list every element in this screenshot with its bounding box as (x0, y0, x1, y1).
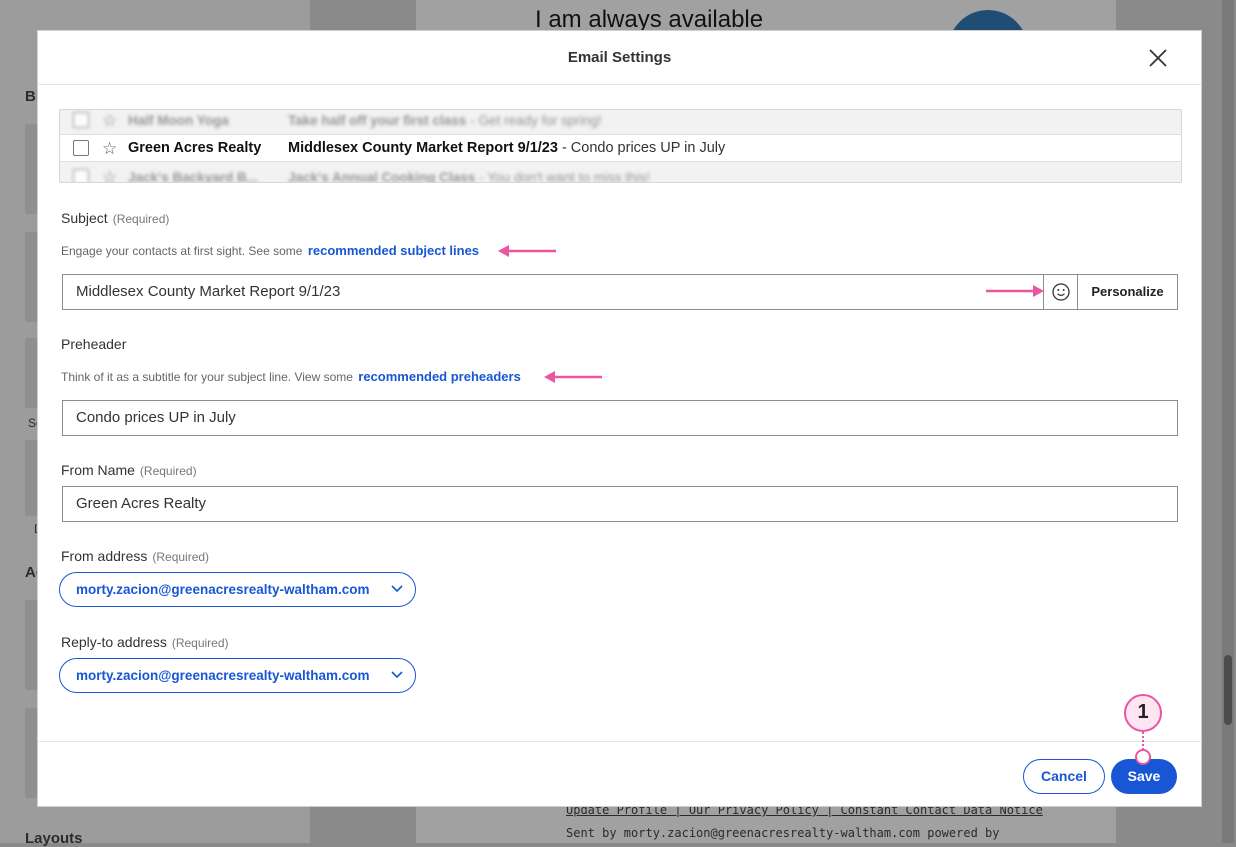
inbox-preheader: - You don't want to miss this! (479, 169, 650, 183)
from-name-label: From Name (Required) (61, 462, 197, 478)
star-icon: ☆ (102, 138, 118, 158)
chevron-down-icon (391, 671, 403, 679)
cancel-button[interactable]: Cancel (1023, 759, 1105, 794)
smiley-icon (1052, 283, 1070, 301)
annotation-arrow-left (544, 371, 602, 383)
preheader-label: Preheader (61, 336, 127, 352)
annotation-arrow-left (498, 245, 556, 257)
star-icon: ☆ (102, 110, 118, 130)
preheader-helper-text: Think of it as a subtitle for your subje… (61, 370, 353, 384)
inbox-preview: ☆ Half Moon Yoga Take half off your firs… (59, 109, 1182, 183)
recommended-preheaders-link[interactable]: recommended preheaders (358, 369, 521, 384)
close-icon (1149, 49, 1167, 67)
from-name-label-text: From Name (61, 462, 135, 478)
step-callout: 1 (1124, 694, 1162, 732)
modal-header: Email Settings (38, 31, 1201, 85)
chevron-down-icon (391, 585, 403, 593)
recommended-subject-lines-link[interactable]: recommended subject lines (308, 243, 479, 258)
required-tag: (Required) (152, 550, 210, 564)
required-tag: (Required) (139, 464, 197, 478)
inbox-subject: Jack's Annual Cooking Class (288, 169, 476, 183)
preheader-helper: Think of it as a subtitle for your subje… (61, 369, 521, 384)
subject-helper: Engage your contacts at first sight. See… (61, 243, 479, 258)
checkbox-icon (73, 140, 89, 156)
from-address-select[interactable]: morty.zacion@greenacresrealty-waltham.co… (59, 572, 416, 607)
reply-to-value: morty.zacion@greenacresrealty-waltham.co… (76, 668, 370, 683)
inbox-row: ☆ Half Moon Yoga Take half off your firs… (60, 110, 1181, 133)
inbox-row-current: ☆ Green Acres Realty Middlesex County Ma… (60, 134, 1181, 162)
from-name-input[interactable]: Green Acres Realty (62, 486, 1178, 522)
checkbox-icon (73, 112, 89, 128)
page-scrollbar[interactable] (1222, 0, 1234, 843)
annotation-arrow-right (986, 285, 1044, 297)
callout-target-dot (1135, 749, 1151, 765)
reply-to-label: Reply-to address (Required) (61, 634, 229, 650)
subject-value: Middlesex County Market Report 9/1/23 (76, 283, 341, 300)
inbox-subject: Middlesex County Market Report 9/1/23 (288, 140, 558, 156)
from-address-value: morty.zacion@greenacresrealty-waltham.co… (76, 582, 370, 597)
modal-title: Email Settings (567, 49, 672, 66)
personalize-button[interactable]: Personalize (1077, 275, 1177, 309)
subject-label-text: Subject (61, 210, 108, 226)
sidebar-section-label: Layouts (25, 830, 83, 847)
email-settings-modal: Email Settings ☆ Half Moon Yoga Take hal… (37, 30, 1202, 807)
checkbox-icon (73, 169, 89, 182)
subject-helper-text: Engage your contacts at first sight. See… (61, 244, 303, 258)
preheader-input[interactable]: Condo prices UP in July (62, 400, 1178, 436)
reply-to-label-text: Reply-to address (61, 634, 167, 650)
reply-to-select[interactable]: morty.zacion@greenacresrealty-waltham.co… (59, 658, 416, 693)
close-button[interactable] (1147, 47, 1169, 69)
callout-connector (1142, 732, 1144, 750)
inbox-preheader: - Condo prices UP in July (561, 140, 726, 156)
inbox-preheader: - Get ready for spring! (470, 112, 602, 128)
star-icon: ☆ (102, 167, 118, 183)
inbox-row: ☆ Jack's Backyard B... Jack's Annual Coo… (60, 164, 1181, 183)
scrollbar-thumb[interactable] (1224, 655, 1232, 725)
inbox-subject: Take half off your first class (288, 112, 467, 128)
inbox-sender: Jack's Backyard B... (128, 169, 259, 183)
from-address-label: From address (Required) (61, 548, 209, 564)
inbox-sender: Half Moon Yoga (128, 112, 229, 128)
from-address-label-text: From address (61, 548, 148, 564)
emoji-button[interactable] (1043, 275, 1078, 309)
required-tag: (Required) (171, 636, 229, 650)
inbox-sender: Green Acres Realty (128, 140, 262, 156)
background-footer-sent: Sent by morty.zacion@greenacresrealty-wa… (566, 826, 1000, 840)
subject-label: Subject (Required) (61, 210, 169, 226)
required-tag: (Required) (112, 212, 170, 226)
modal-footer: Cancel Save (38, 741, 1201, 807)
